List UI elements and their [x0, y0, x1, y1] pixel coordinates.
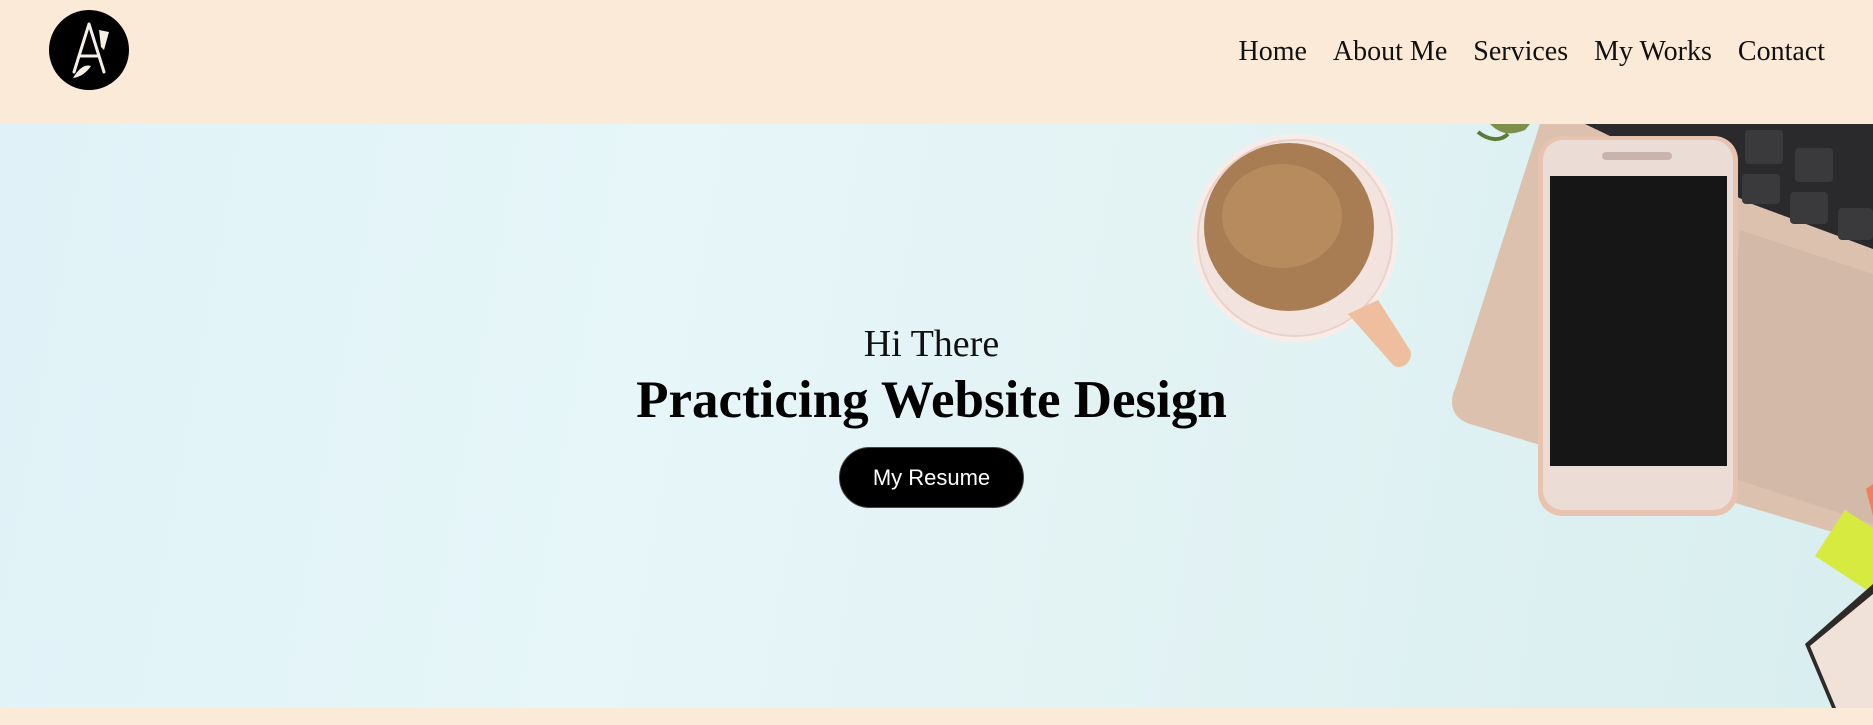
nav-home-link[interactable]: Home: [1238, 34, 1306, 70]
nav-services-link[interactable]: Services: [1473, 34, 1568, 70]
hero-content: Hi There Practicing Website Design My Re…: [0, 124, 1873, 708]
nav-my-works-link[interactable]: My Works: [1594, 34, 1712, 70]
pen-letter-a-logo-icon[interactable]: [49, 10, 129, 90]
nav-about-me-link[interactable]: About Me: [1333, 34, 1447, 70]
hero-banner: Hi There Practicing Website Design My Re…: [0, 124, 1873, 708]
main-nav: Home About Me Services My Works Contact: [1238, 34, 1825, 70]
site-header: Home About Me Services My Works Contact: [0, 0, 1873, 124]
hero-headline: Practicing Website Design: [636, 371, 1227, 429]
my-resume-button[interactable]: My Resume: [839, 447, 1024, 508]
hero-greeting: Hi There: [863, 323, 1000, 365]
nav-contact-link[interactable]: Contact: [1738, 34, 1825, 70]
